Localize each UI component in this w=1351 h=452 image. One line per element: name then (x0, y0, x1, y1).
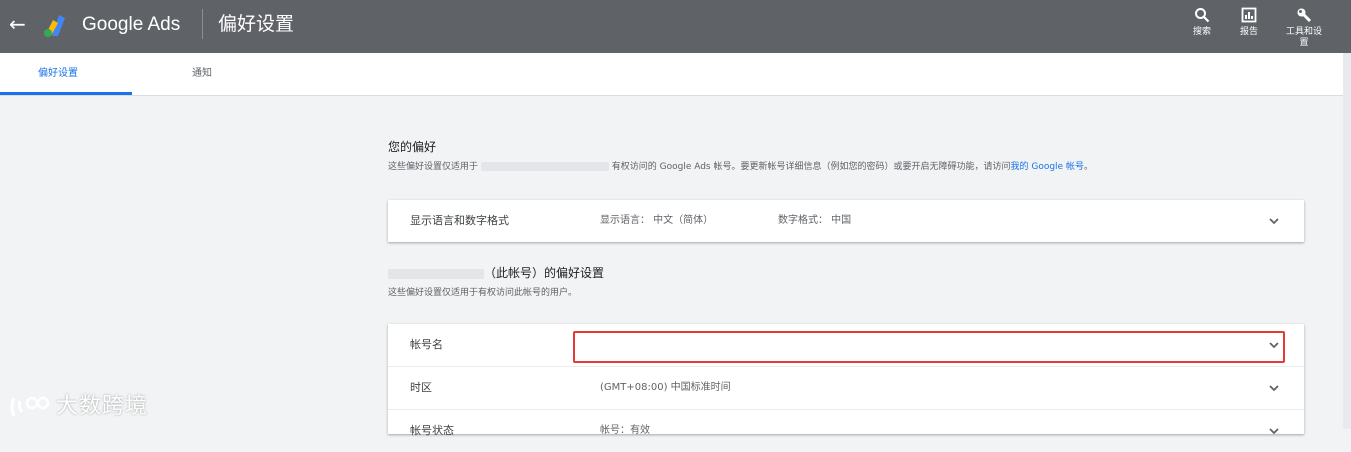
report-icon (1241, 7, 1257, 23)
your-preferences-title: 您的偏好 (388, 140, 437, 154)
timezone-label: 时区 (410, 381, 432, 394)
page-title: 偏好设置 (218, 13, 295, 35)
redacted-email (480, 162, 609, 171)
chevron-down-icon[interactable] (1268, 382, 1280, 394)
top-app-bar: ← Google Ads 偏好设置 搜索 报告 工具和设置 (0, 0, 1351, 53)
active-tab-indicator (0, 92, 132, 95)
redacted-account-name (388, 268, 484, 279)
account-status-row[interactable]: 帐号状态 帐号：有效 (388, 410, 1304, 452)
your-preferences-description: 这些偏好设置仅适用于 有权访问的 Google Ads 帐号。要更新帐号详细信息… (388, 161, 1093, 173)
search-label: 搜索 (1192, 27, 1211, 37)
tools-settings-button[interactable]: 工具和设置 (1284, 7, 1324, 51)
account-preferences-title: （此帐号）的偏好设置 (388, 265, 604, 281)
account-status-label: 帐号状态 (410, 424, 454, 437)
reports-label: 报告 (1239, 27, 1258, 37)
google-ads-logo (44, 15, 65, 37)
account-title-suffix: （此帐号）的偏好设置 (484, 266, 605, 280)
tools-settings-label: 工具和设置 (1285, 27, 1322, 48)
watermark: 大数跨境 (8, 393, 148, 423)
scrollbar-track[interactable] (1343, 53, 1351, 429)
header-divider (202, 9, 203, 39)
brand-name: Google Ads (82, 14, 181, 35)
desc-prefix: 这些偏好设置仅适用于 (388, 162, 479, 172)
reports-button[interactable]: 报告 (1229, 7, 1269, 51)
tab-preferences[interactable]: 偏好设置 (38, 68, 78, 80)
account-preferences-description: 这些偏好设置仅适用于有权访问此帐号的用户。 (388, 288, 578, 298)
account-name-label: 帐号名 (410, 338, 443, 351)
search-button[interactable]: 搜索 (1182, 7, 1222, 51)
timezone-value: (GMT+08:00) 中国标准时间 (600, 382, 731, 393)
my-google-account-link[interactable]: 我的 Google 帐号 (1011, 162, 1084, 172)
chevron-down-icon[interactable] (1268, 339, 1280, 351)
row-label: 显示语言和数字格式 (410, 214, 509, 227)
chevron-down-icon[interactable] (1268, 425, 1280, 437)
chevron-down-icon[interactable] (1268, 215, 1280, 227)
display-language-value: 显示语言： 中文（简体） (600, 215, 714, 226)
watermark-logo-icon (10, 396, 50, 417)
language-format-row[interactable]: 显示语言和数字格式 显示语言： 中文（简体） 数字格式： 中国 (388, 200, 1304, 242)
back-arrow-icon[interactable]: ← (9, 13, 29, 35)
desc-middle: 有权访问的 Google Ads 帐号。要更新帐号详细信息（例如您的密码）或要开… (611, 162, 1011, 172)
timezone-row[interactable]: 时区 (GMT+08:00) 中国标准时间 (388, 367, 1304, 410)
tab-notifications[interactable]: 通知 (192, 68, 212, 80)
search-icon (1195, 8, 1210, 23)
desc-suffix: 。 (1083, 162, 1093, 172)
wrench-icon (1297, 8, 1312, 23)
account-status-value: 帐号：有效 (600, 425, 650, 436)
number-format-value: 数字格式： 中国 (778, 215, 852, 226)
language-format-card: 显示语言和数字格式 显示语言： 中文（简体） 数字格式： 中国 (388, 200, 1304, 242)
highlight-box (573, 331, 1285, 363)
account-name-row[interactable]: 帐号名 (388, 324, 1304, 367)
watermark-text: 大数跨境 (56, 394, 149, 419)
account-settings-card: 帐号名 时区 (GMT+08:00) 中国标准时间 帐号状态 帐号：有效 (388, 324, 1304, 437)
tab-bar: 偏好设置 通知 (0, 53, 1351, 96)
